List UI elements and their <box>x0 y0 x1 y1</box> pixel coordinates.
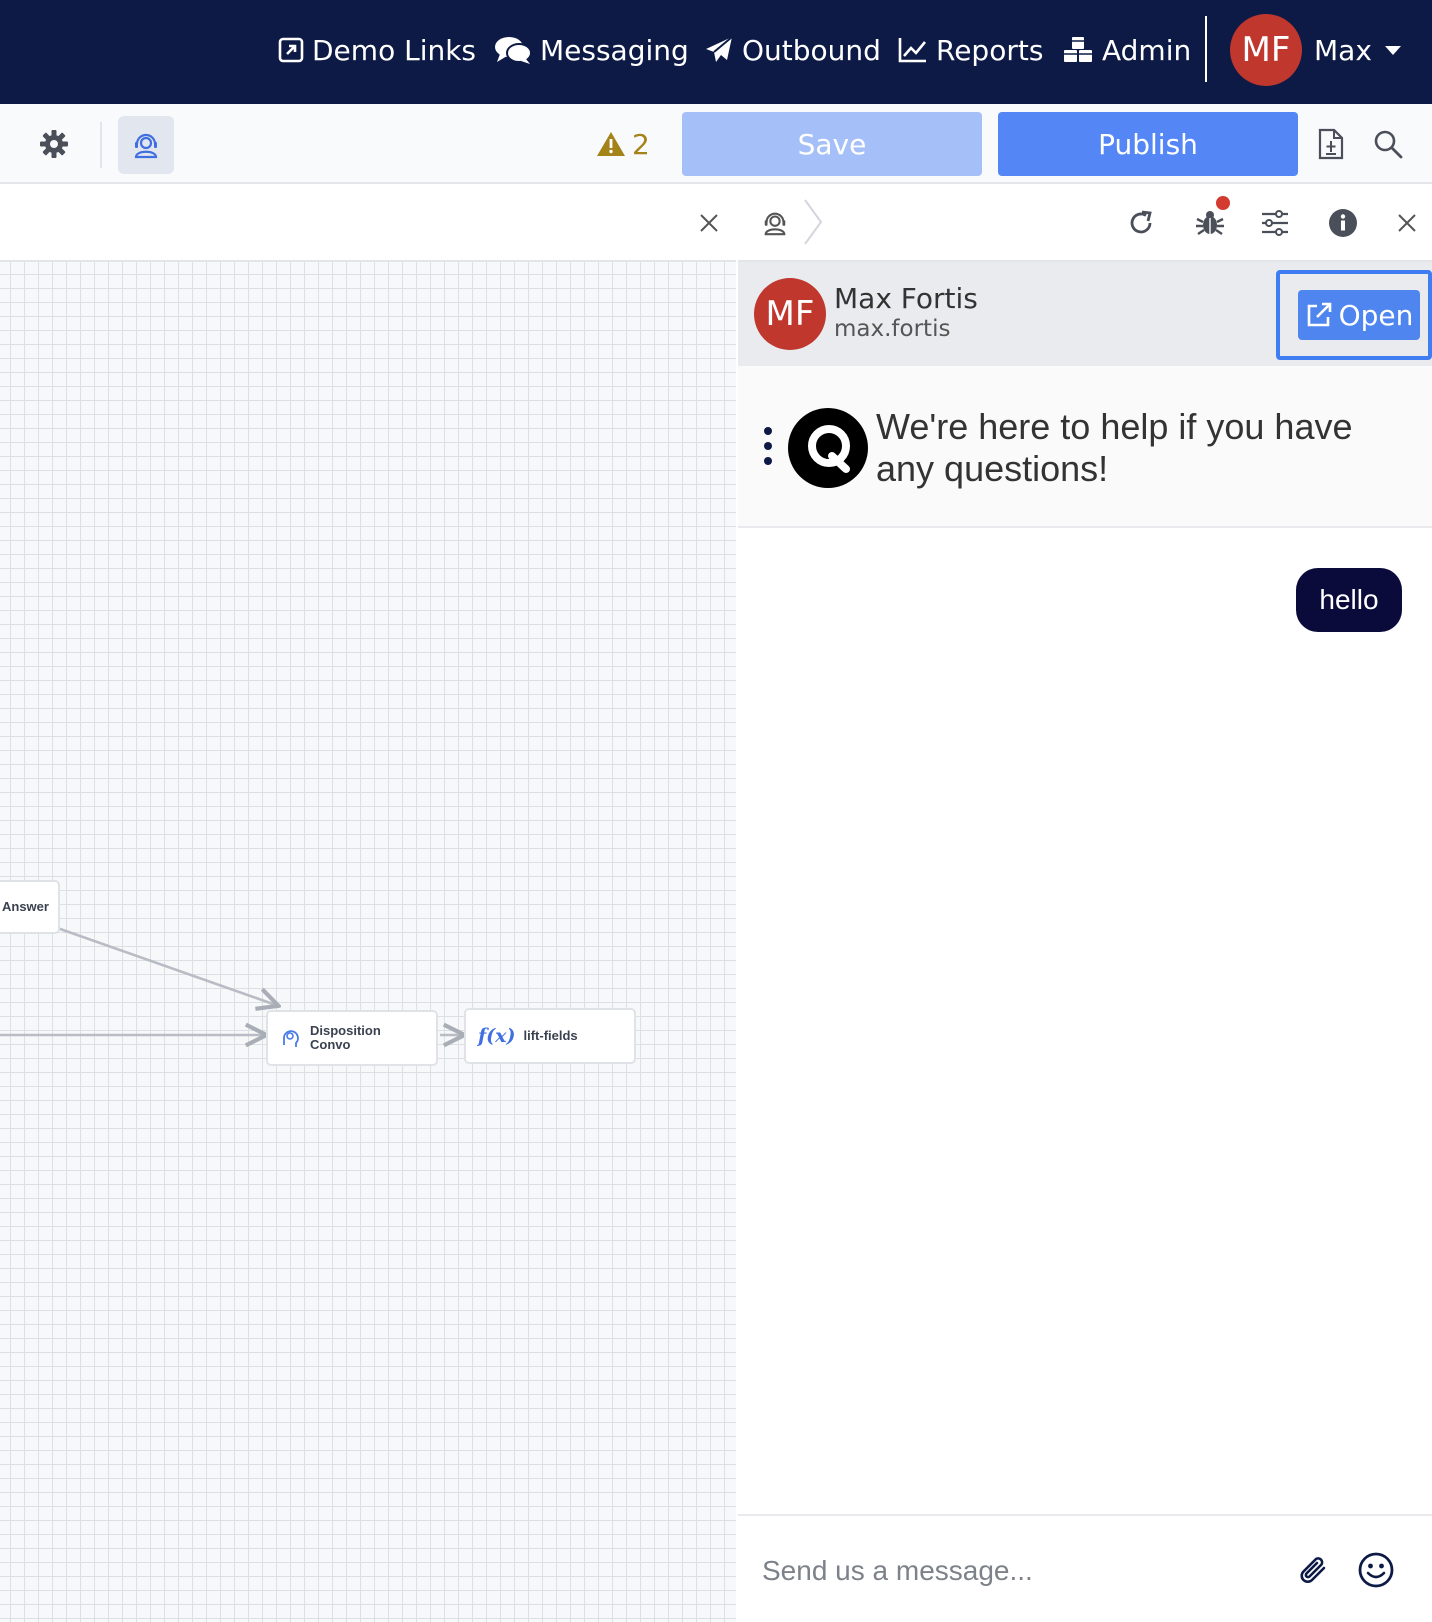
nav-messaging-label: Messaging <box>540 33 689 67</box>
sliders-icon <box>1262 210 1288 236</box>
nav-demo-links-label: Demo Links <box>312 33 477 67</box>
save-button[interactable]: Save <box>682 112 982 176</box>
flow-node-lift-fields-label: lift-fields <box>523 1028 578 1043</box>
close-chat-button[interactable] <box>1390 206 1424 240</box>
flow-node-disposition-line2: Convo <box>310 1037 351 1052</box>
chat-settings-button[interactable] <box>1258 206 1292 240</box>
info-button[interactable] <box>1326 206 1360 240</box>
flow-connectors <box>0 922 736 1622</box>
file-export-icon <box>1318 128 1344 160</box>
flow-canvas-panel: Answer Disposition Convo f(x) lift-field… <box>0 184 736 1622</box>
emoji-picker-button[interactable] <box>1356 1550 1396 1590</box>
user-menu-label: Max <box>1314 33 1372 67</box>
nav-outbound[interactable]: Outbound <box>704 28 881 72</box>
chat-agent-breadcrumb[interactable] <box>758 206 792 240</box>
chat-user-handle: max.fortis <box>834 316 951 342</box>
vertical-dots-icon[interactable] <box>762 426 774 470</box>
flow-node-disposition-line1: Disposition <box>310 1023 381 1038</box>
export-button[interactable] <box>1314 126 1348 162</box>
flow-node-answer[interactable]: Answer <box>0 880 60 934</box>
line-chart-icon <box>898 38 927 63</box>
gear-icon <box>40 130 68 158</box>
nav-admin[interactable]: Admin <box>1062 28 1191 72</box>
settings-button[interactable] <box>36 126 72 162</box>
q-logo-icon <box>788 408 868 488</box>
search-icon <box>1374 130 1403 159</box>
open-button-label: Open <box>1338 298 1414 332</box>
refresh-icon <box>1130 210 1152 234</box>
paperclip-icon <box>1300 1557 1326 1583</box>
message-composer <box>738 1514 1432 1622</box>
top-navigation-bar: Demo Links Messaging Outbound Reports Ad… <box>0 0 1432 104</box>
paper-plane-icon <box>706 36 733 62</box>
flow-node-answer-label: Answer <box>2 899 49 914</box>
close-icon <box>1398 214 1416 232</box>
flow-node-lift-fields[interactable]: f(x) lift-fields <box>464 1008 636 1064</box>
toolbar-divider <box>100 122 102 168</box>
user-menu[interactable]: Max <box>1314 28 1402 72</box>
chat-preview-toggle[interactable] <box>118 116 174 174</box>
flow-node-disposition-text: Disposition Convo <box>310 1024 381 1052</box>
flow-canvas[interactable]: Answer Disposition Convo f(x) lift-field… <box>0 262 736 1622</box>
nav-admin-label: Admin <box>1102 33 1192 67</box>
function-icon: f(x) <box>478 1025 516 1047</box>
notification-dot <box>1216 196 1230 210</box>
publish-button[interactable]: Publish <box>998 112 1298 176</box>
warning-count: 2 <box>632 127 650 161</box>
message-bubble-user: hello <box>1296 568 1402 632</box>
external-link-square-icon <box>278 37 304 63</box>
brain-head-icon <box>283 1030 299 1047</box>
chat-preview-panel: MF Max Fortis max.fortis Open We're here… <box>738 184 1432 1622</box>
chat-panel-header <box>738 184 1432 262</box>
nav-reports[interactable]: Reports <box>898 28 1043 72</box>
nav-outbound-label: Outbound <box>742 33 881 67</box>
external-link-icon <box>1307 302 1331 327</box>
cubes-icon <box>1064 37 1092 62</box>
user-headset-icon <box>764 212 786 236</box>
open-conversation-button[interactable]: Open <box>1298 290 1420 340</box>
flow-node-disposition-convo[interactable]: Disposition Convo <box>266 1010 438 1066</box>
canvas-header <box>0 184 736 262</box>
connector-answer-to-disposition <box>45 922 276 1005</box>
message-input[interactable] <box>762 1546 1262 1596</box>
nav-reports-label: Reports <box>936 33 1044 67</box>
user-avatar[interactable]: MF <box>1230 14 1302 86</box>
close-canvas-button[interactable] <box>692 206 726 240</box>
caret-down-icon <box>1384 46 1401 55</box>
debug-button[interactable] <box>1190 196 1230 242</box>
bug-icon <box>1196 211 1224 235</box>
nav-demo-links[interactable]: Demo Links <box>278 28 476 72</box>
chat-welcome-banner: We're here to help if you have any quest… <box>738 366 1432 528</box>
info-circle-icon <box>1329 209 1357 237</box>
warnings-indicator[interactable]: 2 <box>596 122 650 166</box>
welcome-message: We're here to help if you have any quest… <box>876 406 1353 489</box>
nav-divider <box>1205 16 1207 82</box>
user-headset-icon <box>134 133 158 159</box>
smile-icon <box>1358 1552 1394 1588</box>
comments-icon <box>495 37 532 64</box>
chat-user-avatar: MF <box>754 278 826 350</box>
attach-file-button[interactable] <box>1294 1550 1334 1590</box>
breadcrumb-chevron-icon <box>804 199 823 245</box>
nav-messaging[interactable]: Messaging <box>494 28 689 72</box>
restart-chat-button[interactable] <box>1124 206 1158 240</box>
search-button[interactable] <box>1370 126 1406 162</box>
chat-user-bar: MF Max Fortis max.fortis Open <box>738 262 1432 366</box>
close-icon <box>700 214 718 232</box>
warning-triangle-icon <box>597 132 625 156</box>
editor-toolbar: 2 Save Publish <box>0 104 1432 184</box>
chat-user-name: Max Fortis <box>834 282 978 315</box>
